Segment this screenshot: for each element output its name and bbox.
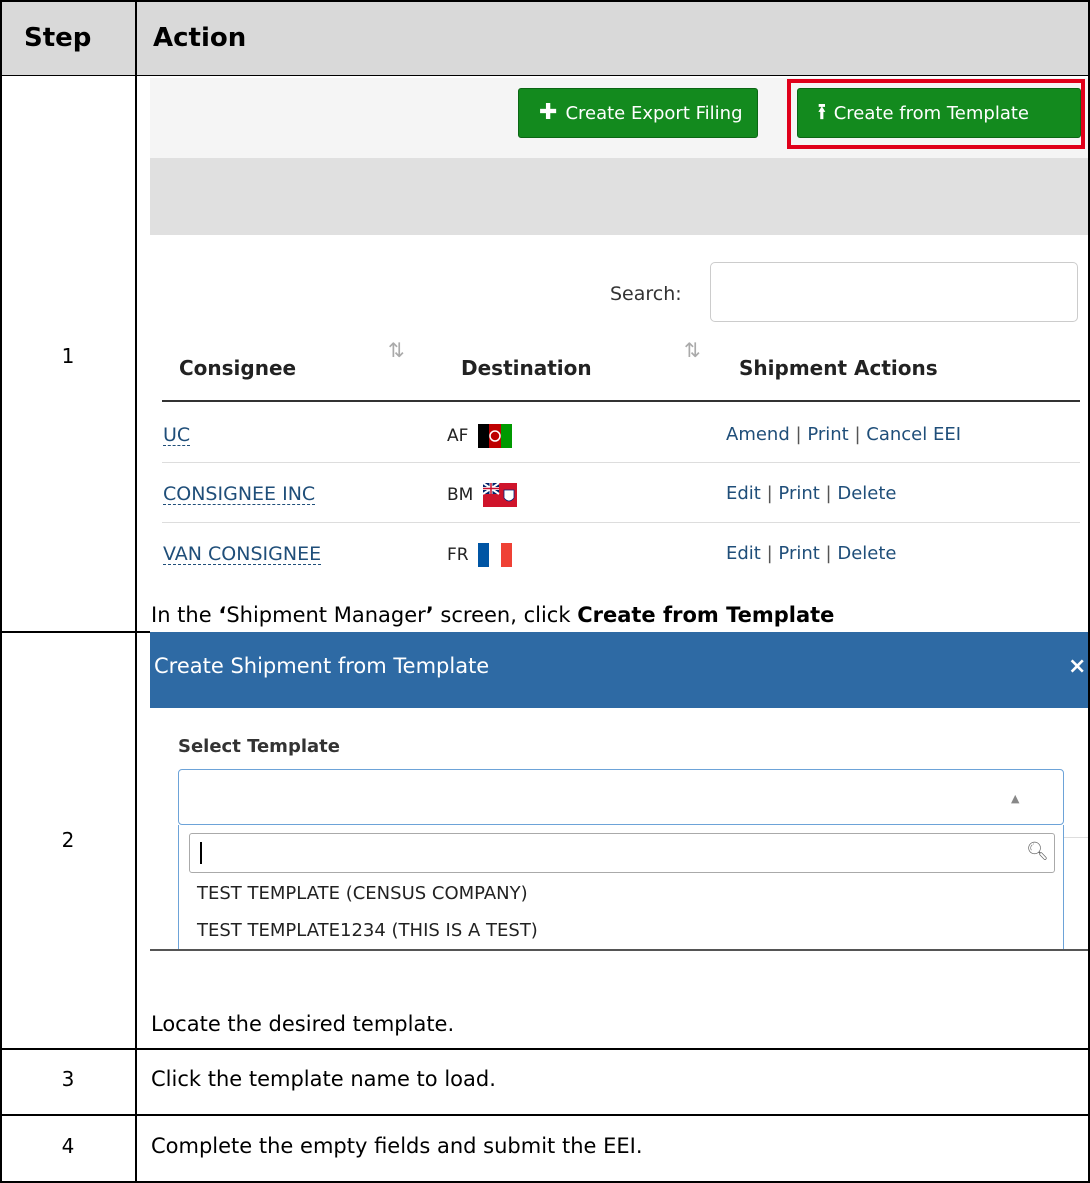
template-modal-screenshot: Create Shipment from Template × Select T… — [150, 632, 1088, 951]
caption-emphasis: Create from Template — [577, 603, 835, 627]
caret-up-icon[interactable]: ▲ — [1011, 792, 1019, 805]
create-export-filing-button[interactable]: ✚ Create Export Filing — [518, 88, 758, 138]
destination-code: AF — [447, 426, 469, 446]
sort-icon[interactable]: ⇅ — [388, 338, 405, 362]
cancel-eei-link[interactable]: Cancel EEI — [866, 424, 961, 445]
separator: | — [795, 424, 802, 445]
search-label: Search: — [610, 283, 682, 305]
search-input[interactable] — [710, 262, 1078, 322]
step-number: 4 — [61, 1134, 75, 1158]
row-actions: Amend | Print | Cancel EEI — [726, 424, 961, 445]
step-4-caption: Complete the empty fields and submit the… — [151, 1134, 643, 1158]
highlight-box — [787, 79, 1085, 149]
print-link[interactable]: Print — [807, 424, 848, 445]
destination-cell: FR — [447, 543, 512, 567]
select-template-label: Select Template — [178, 736, 340, 757]
column-divider — [135, 0, 137, 1183]
row-divider-3 — [0, 1114, 1090, 1116]
panel-header-band — [150, 158, 1088, 235]
template-option[interactable]: TEST TEMPLATE1234 (THIS IS A TEST) — [197, 920, 538, 941]
step-2-caption: Locate the desired template. — [151, 1012, 455, 1036]
step-number: 1 — [61, 344, 75, 368]
plus-icon: ✚ — [539, 100, 558, 125]
consignee-column-header[interactable]: Consignee — [179, 356, 296, 380]
destination-code: BM — [447, 485, 474, 505]
search-icon: 🔍︎ — [1026, 841, 1049, 862]
step-number: 3 — [61, 1067, 75, 1091]
template-select[interactable] — [178, 769, 1064, 825]
action-column-header: Action — [153, 23, 247, 53]
separator: | — [854, 424, 861, 445]
sort-icon[interactable]: ⇅ — [684, 338, 701, 362]
row-actions: Edit | Print | Delete — [726, 483, 897, 504]
destination-cell: BM — [447, 483, 517, 507]
delete-link[interactable]: Delete — [837, 543, 896, 564]
delete-link[interactable]: Delete — [837, 483, 896, 504]
consignee-link[interactable]: UC — [163, 425, 191, 446]
edit-link[interactable]: Edit — [726, 543, 761, 564]
caption-quote: ’ — [425, 603, 434, 627]
print-link[interactable]: Print — [778, 543, 819, 564]
procedure-table: Step Action 1 2 3 4 ✚ Create Export Fili… — [0, 0, 1090, 1183]
text-cursor — [200, 842, 202, 864]
print-link[interactable]: Print — [778, 483, 819, 504]
caption-text: Shipment Manager — [226, 603, 426, 627]
row-actions: Edit | Print | Delete — [726, 543, 897, 564]
template-option[interactable]: TEST TEMPLATE (CENSUS COMPANY) — [197, 883, 528, 904]
france-flag-icon — [478, 543, 512, 567]
row-divider-1 — [0, 631, 150, 633]
modal-title: Create Shipment from Template — [154, 654, 490, 678]
caption-text: screen, click — [433, 603, 578, 627]
destination-column-header[interactable]: Destination — [461, 356, 592, 380]
template-dropdown: 🔍︎ TEST TEMPLATE (CENSUS COMPANY) TEST T… — [178, 825, 1064, 949]
separator: | — [766, 543, 773, 564]
separator: | — [825, 543, 832, 564]
edit-link[interactable]: Edit — [726, 483, 761, 504]
create-export-filing-label: Create Export Filing — [565, 102, 743, 124]
consignee-link[interactable]: CONSIGNEE INC — [163, 484, 316, 505]
header-underline — [162, 400, 1080, 402]
step-number: 2 — [61, 828, 75, 852]
shipment-manager-screenshot: ✚ Create Export Filing ⭱ Create from Tem… — [150, 78, 1088, 582]
destination-code: FR — [447, 545, 469, 565]
modal-header: Create Shipment from Template × — [150, 632, 1088, 708]
separator: | — [825, 483, 832, 504]
table-header-row: Step Action — [0, 0, 1089, 76]
close-icon[interactable]: × — [1068, 654, 1086, 679]
shipment-actions-column-header: Shipment Actions — [739, 356, 938, 380]
separator: | — [766, 483, 773, 504]
step-column-header: Step — [24, 23, 92, 53]
bermuda-flag-icon — [482, 483, 517, 507]
table-border-left — [0, 0, 2, 1183]
afghanistan-flag-icon — [477, 424, 512, 448]
row-divider — [162, 462, 1080, 463]
step-3-caption: Click the template name to load. — [151, 1067, 496, 1091]
destination-cell: AF — [447, 424, 512, 448]
caption-text: In the — [151, 603, 219, 627]
amend-link[interactable]: Amend — [726, 424, 790, 445]
row-divider — [162, 522, 1080, 523]
consignee-link[interactable]: VAN CONSIGNEE — [163, 544, 322, 565]
row-divider-2 — [0, 1048, 1090, 1050]
step-1-caption: In the ‘Shipment Manager’ screen, click … — [151, 603, 834, 627]
table-border-top — [0, 0, 1090, 2]
template-search-input[interactable]: 🔍︎ — [189, 833, 1055, 873]
